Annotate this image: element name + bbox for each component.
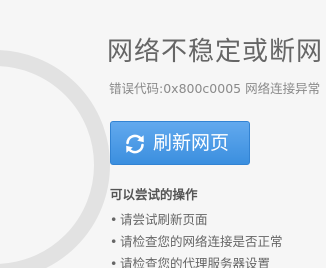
bullet: • (110, 256, 118, 268)
suggestion-text: 请检查您的代理服务器设置 (120, 256, 271, 268)
error-page: 网络不稳定或断网 错误代码:0x800c0005 网络连接异常 刷新网页 可以尝… (0, 0, 326, 268)
decorative-ring (0, 50, 110, 268)
refresh-icon (126, 134, 144, 154)
error-code-value: 0x800c0005 (163, 81, 242, 96)
error-description: 网络连接异常 (245, 81, 321, 96)
bullet: • (110, 234, 118, 249)
suggestion-text: 请尝试刷新页面 (120, 212, 208, 227)
suggestions-heading: 可以尝试的操作 (110, 187, 198, 202)
refresh-page-button[interactable]: 刷新网页 (110, 121, 250, 165)
error-code-line: 错误代码:0x800c0005 网络连接异常 (109, 80, 320, 98)
list-item: • 请尝试刷新页面 (110, 209, 283, 231)
error-code-label: 错误代码: (109, 81, 164, 96)
list-item: • 请检查您的代理服务器设置 (110, 253, 283, 268)
bullet: • (110, 212, 118, 227)
suggestions-list: • 请尝试刷新页面 • 请检查您的网络连接是否正常 • 请检查您的代理服务器设置 (110, 209, 283, 268)
list-item: • 请检查您的网络连接是否正常 (110, 231, 283, 253)
suggestion-text: 请检查您的网络连接是否正常 (120, 234, 283, 249)
refresh-button-label: 刷新网页 (153, 132, 230, 154)
page-title: 网络不稳定或断网 (107, 37, 324, 67)
